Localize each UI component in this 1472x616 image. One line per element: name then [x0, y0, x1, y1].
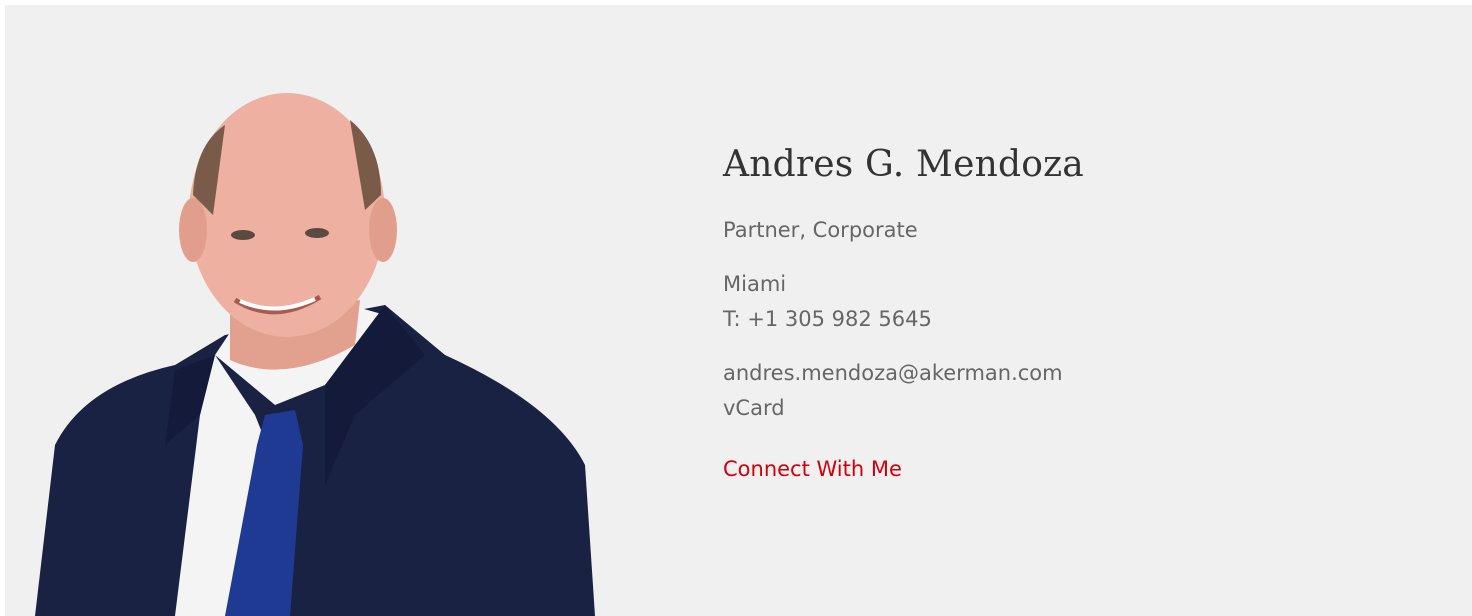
attorney-portrait-photo [25, 85, 605, 616]
contact-email-block: andres.mendoza@akerman.com vCard [723, 356, 1323, 426]
attorney-name: Andres G. Mendoza [723, 144, 1084, 185]
office-link[interactable]: Miami [723, 267, 1323, 302]
attorney-profile-card: Andres G. Mendoza Partner, Corporate Mia… [5, 5, 1472, 616]
profile-info: Andres G. Mendoza Partner, Corporate Mia… [723, 141, 1323, 487]
vcard-link[interactable]: vCard [723, 391, 1323, 426]
connect-with-me-link[interactable]: Connect With Me [723, 452, 902, 487]
attorney-title: Partner, Corporate [723, 218, 918, 242]
contact-location-block: Miami T: +1 305 982 5645 [723, 267, 1323, 337]
phone-link[interactable]: T: +1 305 982 5645 [723, 302, 1323, 337]
email-link[interactable]: andres.mendoza@akerman.com [723, 356, 1323, 391]
